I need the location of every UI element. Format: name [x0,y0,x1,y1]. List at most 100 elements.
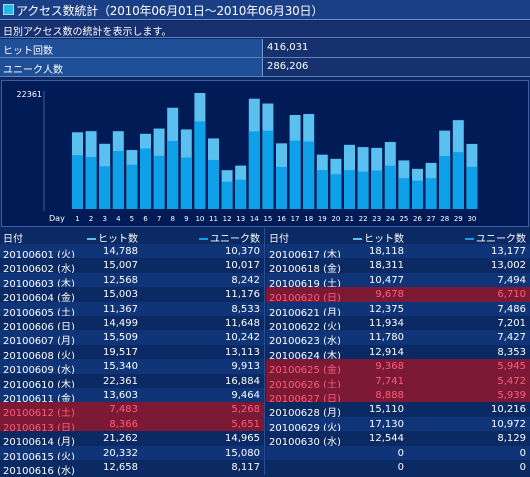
row-unique: 8,129 [497,433,526,445]
row-hits: 14,499 [103,318,138,329]
row-hits: 0 [397,447,404,459]
summary-hits-value: 416,031 [264,39,530,57]
x-tick-label: 22 [359,215,368,223]
row-hits: 20,332 [103,447,138,459]
row-hits: 17,130 [369,418,404,430]
unique-bar [140,148,151,209]
y-max-label: 22361 [17,90,42,99]
row-hits: 0 [397,462,404,473]
row-hits: 12,568 [103,274,138,286]
x-tick-label: 5 [130,215,134,223]
row-unique: 5,651 [231,418,260,430]
row-hits: 12,658 [103,462,138,473]
col-date-header: 日付 [3,234,23,245]
col-hits-header-right: ヒット数 [353,230,404,245]
row-hits: 8,366 [109,418,138,430]
row-unique: 10,972 [491,418,526,430]
unique-bar [194,121,206,209]
row-unique: 5,939 [497,390,526,401]
row-hits: 12,544 [369,433,404,445]
x-tick-label: 9 [184,215,188,223]
x-ticks: 1 2 3 4 5 6 7 8 9 10 11 12 13 14 15 16 17 18 19 20 21 22 23 24 2… [75,215,476,223]
x-axis-label: Day [49,214,65,223]
summary-unique-row: ユニーク人数 286,206 [0,58,530,77]
unique-bar [126,164,138,209]
row-unique: 8,242 [231,274,260,286]
unique-bar [248,131,260,209]
row-hits: 15,003 [103,289,138,301]
row-unique: 8,353 [497,346,526,358]
unique-bar [180,157,192,209]
unique-bar [112,151,124,209]
col-hits-header: ヒット数 [87,230,138,245]
row-unique: 5,268 [231,404,260,416]
row-unique: 0 [519,462,526,473]
unique-bar [425,178,437,209]
x-tick-label: 26 [413,215,422,223]
row-hits: 19,517 [103,346,138,358]
x-tick-label: 25 [399,215,408,223]
row-unique: 14,965 [225,433,260,445]
title-bar: アクセス数統計（2010年06月01日〜2010年06月30日） [0,0,530,20]
unique-bar [357,171,369,209]
x-tick-label: 11 [209,215,218,223]
table-row: 20100616 (水) 12,658 8,117 [0,460,264,477]
row-unique: 13,177 [491,246,526,257]
unique-bar [439,156,451,209]
row-unique: 7,201 [497,318,526,329]
row-unique: 10,370 [225,246,260,257]
x-tick-label: 24 [386,215,395,223]
row-hits: 12,914 [369,346,404,358]
unique-bar [99,166,111,209]
x-tick-label: 16 [277,215,286,223]
row-hits: 11,367 [103,303,138,315]
hits-legend-swatch-right [353,238,362,240]
x-tick-label: 17 [291,215,300,223]
row-unique: 5,945 [497,361,526,373]
x-tick-label: 13 [236,215,245,223]
row-unique: 7,486 [497,303,526,315]
row-hits: 22,361 [103,375,138,387]
x-tick-label: 27 [427,215,436,223]
row-unique: 11,176 [225,289,260,301]
row-unique: 9,913 [231,361,260,373]
row-unique: 10,017 [225,260,260,272]
row-unique: 7,494 [497,274,526,286]
unique-bar [221,181,233,209]
x-tick-label: 15 [263,215,272,223]
x-tick-label: 29 [454,215,463,223]
table-row: 00 [266,460,530,476]
x-tick-label: 12 [223,215,232,223]
summary-unique-label: ユニーク人数 [0,58,263,76]
row-unique: 8,117 [231,462,260,473]
chart-svg: 22361 Day 1 2 3 4 5 6 7 8 9 10 11 12 13 14 15 16 17 18 19 2… [17,90,478,223]
row-unique: 10,242 [225,332,260,344]
unique-bar [466,166,478,209]
row-hits: 15,007 [103,260,138,272]
x-tick-label: 1 [75,215,79,223]
col-unique-header-right: ユニーク数 [465,230,526,245]
unique-bar [85,157,97,209]
unique-bar [398,178,410,209]
x-tick-label: 3 [102,215,106,223]
table-header-right: 日付 ヒット数 ユニーク数 [266,228,530,245]
row-hits: 15,509 [103,332,138,344]
summary-hits-label: ヒット回数 [0,39,263,57]
x-tick-label: 4 [116,215,121,223]
row-unique: 9,464 [231,390,260,401]
row-hits: 12,375 [369,303,404,315]
row-hits: 9,368 [375,361,404,373]
unique-bar [208,159,219,209]
row-hits: 11,780 [369,332,404,344]
unique-bar [303,141,315,209]
unique-bar [452,152,464,209]
row-hits: 10,477 [369,274,404,286]
page-description: 日別アクセス数の統計を表示します。 [0,21,530,38]
unique-bar [235,179,247,209]
row-unique: 0 [519,447,526,459]
row-hits: 8,888 [375,390,404,401]
table-header-left: 日付 ヒット数 ユニーク数 [0,228,264,245]
row-unique: 11,648 [225,318,260,329]
unique-bar [384,165,396,209]
row-hits: 7,741 [375,375,404,387]
